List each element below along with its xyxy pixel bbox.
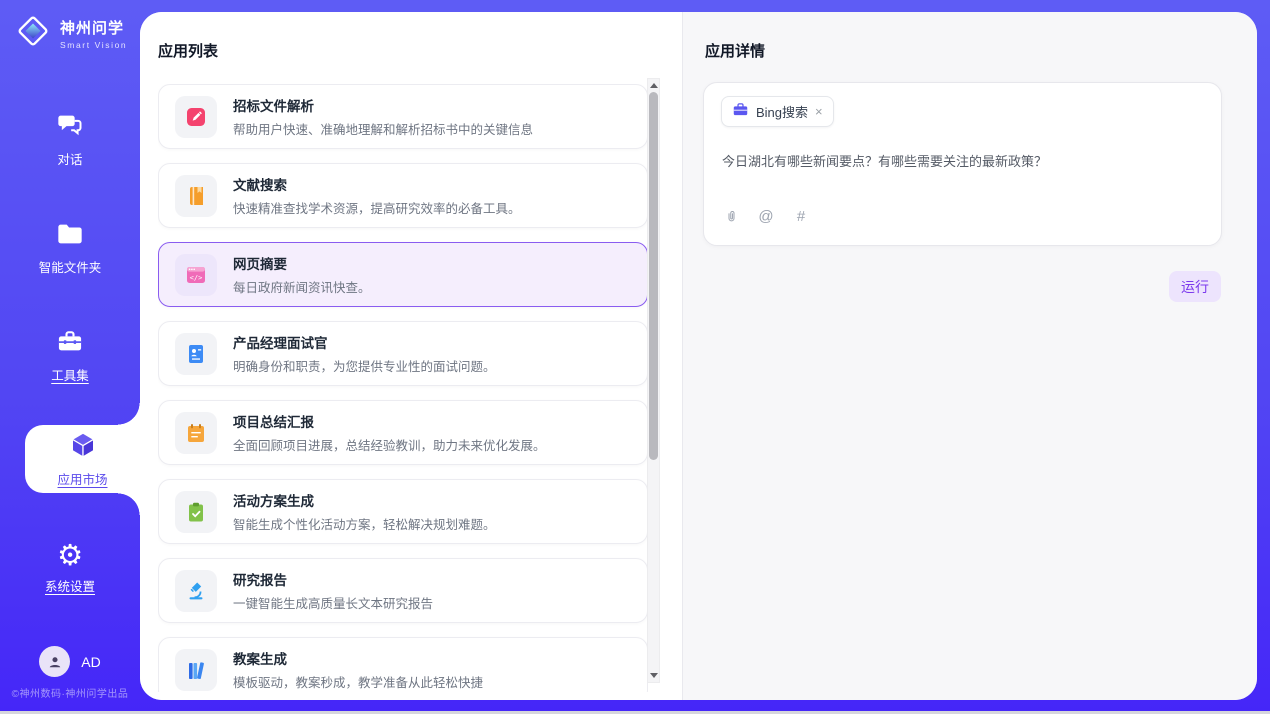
app-detail-panel: 应用详情 Bing搜索 × 今日湖北有哪些新闻要点？有哪些需要关注的最新政策？ bbox=[683, 12, 1257, 700]
briefcase-icon bbox=[732, 101, 749, 123]
clipboard-check-icon bbox=[175, 491, 217, 533]
books-icon bbox=[175, 649, 217, 691]
copyright-footer: ©神州数码·神州问学出品 bbox=[0, 685, 140, 700]
user-initials: AD bbox=[81, 654, 100, 670]
web-summary-icon: </> bbox=[175, 254, 217, 296]
chat-bubbles-icon bbox=[56, 112, 84, 143]
tool-chip-bing-search[interactable]: Bing搜索 × bbox=[721, 96, 834, 127]
app-card-research-report[interactable]: 研究报告 一键智能生成高质量长文本研究报告 bbox=[158, 558, 648, 623]
app-name: 产品经理面试官 bbox=[233, 332, 496, 352]
toolbox-icon bbox=[56, 328, 84, 359]
interviewer-resume-icon bbox=[175, 333, 217, 375]
prompt-card: Bing搜索 × 今日湖北有哪些新闻要点？有哪些需要关注的最新政策？ @ # bbox=[703, 82, 1222, 246]
app-card-literature-search[interactable]: 文献搜索 快速精准查找学术资源，提高研究效率的必备工具。 bbox=[158, 163, 648, 228]
avatar bbox=[39, 646, 70, 677]
book-icon bbox=[175, 175, 217, 217]
main-panel: 应用列表 招标文件解析 帮助用户快速、准确地理解和解析招标书中的关键信息 bbox=[140, 12, 1257, 700]
paperclip-icon[interactable] bbox=[722, 207, 740, 225]
folder-icon bbox=[56, 222, 84, 251]
sidebar-item-label: 系统设置 bbox=[45, 576, 95, 595]
app-desc: 快速精准查找学术资源，提高研究效率的必备工具。 bbox=[233, 198, 521, 217]
app-name: 项目总结汇报 bbox=[233, 411, 546, 431]
app-desc: 每日政府新闻资讯快查。 bbox=[233, 277, 371, 296]
app-name: 文献搜索 bbox=[233, 174, 521, 194]
sidebar-item-label: 对话 bbox=[57, 149, 82, 168]
brand-subtitle: Smart Vision bbox=[60, 40, 127, 50]
app-desc: 明确身份和职责，为您提供专业性的面试问题。 bbox=[233, 356, 496, 375]
sidebar-item-settings[interactable]: ⚙ 系统设置 bbox=[0, 540, 140, 595]
app-card-pm-interviewer[interactable]: 产品经理面试官 明确身份和职责，为您提供专业性的面试问题。 bbox=[158, 321, 648, 386]
scrollbar[interactable] bbox=[647, 78, 660, 683]
brand-logo: 神州问学 Smart Vision bbox=[14, 12, 140, 55]
app-desc: 帮助用户快速、准确地理解和解析招标书中的关键信息 bbox=[233, 119, 533, 138]
sidebar-item-smart-folder[interactable]: 智能文件夹 bbox=[0, 222, 140, 276]
notepad-icon bbox=[175, 412, 217, 454]
brand-name: 神州问学 bbox=[60, 17, 127, 38]
close-icon[interactable]: × bbox=[815, 104, 823, 119]
app-name: 教案生成 bbox=[233, 648, 483, 668]
sidebar-item-label: 智能文件夹 bbox=[39, 257, 102, 276]
sidebar-item-label: 应用市场 bbox=[57, 469, 107, 488]
svg-text:</>: </> bbox=[190, 273, 203, 281]
user-account[interactable]: AD bbox=[0, 646, 140, 677]
microscope-icon bbox=[175, 570, 217, 612]
mention-icon[interactable]: @ bbox=[757, 207, 775, 225]
chip-label: Bing搜索 bbox=[756, 102, 808, 121]
app-name: 活动方案生成 bbox=[233, 490, 496, 510]
input-toolbar: @ # bbox=[722, 207, 810, 225]
diamond-logo-icon bbox=[14, 12, 52, 55]
app-card-lesson-plan[interactable]: 教案生成 模板驱动，教案秒成，教学准备从此轻松快捷 bbox=[158, 637, 648, 692]
app-name: 网页摘要 bbox=[233, 253, 371, 273]
app-card-web-summary[interactable]: </> 网页摘要 每日政府新闻资讯快查。 bbox=[158, 242, 648, 307]
scroll-down-icon[interactable] bbox=[648, 670, 659, 681]
bid-document-icon bbox=[175, 96, 217, 138]
app-name: 招标文件解析 bbox=[233, 95, 533, 115]
sidebar-item-toolset[interactable]: 工具集 bbox=[0, 328, 140, 384]
sidebar-item-app-market[interactable]: 应用市场 bbox=[25, 425, 140, 493]
hashtag-icon[interactable]: # bbox=[792, 207, 810, 225]
app-desc: 模板驱动，教案秒成，教学准备从此轻松快捷 bbox=[233, 672, 483, 691]
app-card-event-plan[interactable]: 活动方案生成 智能生成个性化活动方案，轻松解决规划难题。 bbox=[158, 479, 648, 544]
app-name: 研究报告 bbox=[233, 569, 433, 589]
app-desc: 智能生成个性化活动方案，轻松解决规划难题。 bbox=[233, 514, 496, 533]
cube-icon bbox=[68, 430, 98, 465]
app-desc: 全面回顾项目进展，总结经验教训，助力未来优化发展。 bbox=[233, 435, 546, 454]
app-card-project-summary[interactable]: 项目总结汇报 全面回顾项目进展，总结经验教训，助力未来优化发展。 bbox=[158, 400, 648, 465]
gear-icon: ⚙ bbox=[57, 540, 83, 570]
app-detail-title: 应用详情 bbox=[705, 40, 765, 61]
sidebar-item-label: 工具集 bbox=[51, 365, 89, 384]
scroll-up-icon[interactable] bbox=[648, 80, 659, 91]
prompt-text[interactable]: 今日湖北有哪些新闻要点？有哪些需要关注的最新政策？ bbox=[722, 151, 1205, 170]
run-button[interactable]: 运行 bbox=[1169, 271, 1221, 302]
app-card-bid-analysis[interactable]: 招标文件解析 帮助用户快速、准确地理解和解析招标书中的关键信息 bbox=[158, 84, 648, 149]
sidebar-item-chat[interactable]: 对话 bbox=[0, 112, 140, 168]
app-list: 招标文件解析 帮助用户快速、准确地理解和解析招标书中的关键信息 文献搜索 快速精… bbox=[158, 84, 648, 692]
app-list-title: 应用列表 bbox=[158, 40, 218, 61]
sidebar: 神州问学 Smart Vision 对话 智能文件夹 bbox=[0, 0, 140, 714]
scrollbar-thumb[interactable] bbox=[649, 92, 658, 460]
app-list-panel: 应用列表 招标文件解析 帮助用户快速、准确地理解和解析招标书中的关键信息 bbox=[140, 12, 683, 700]
app-desc: 一键智能生成高质量长文本研究报告 bbox=[233, 593, 433, 612]
